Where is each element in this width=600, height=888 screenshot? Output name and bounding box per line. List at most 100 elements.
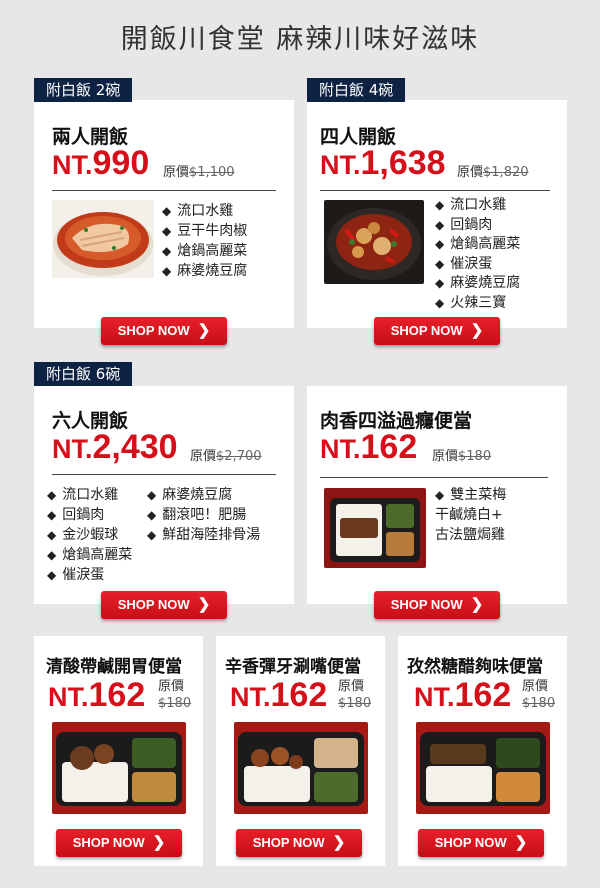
shop-now-button[interactable]: SHOP NOW ❯ — [101, 591, 227, 619]
dish-item: 熗鍋高麗菜 — [47, 545, 132, 565]
dish-item: 豆干牛肉椒 — [162, 221, 247, 241]
food-image-bento — [52, 722, 186, 814]
card-title: 辛香彈牙涮嘴便當 — [225, 657, 361, 677]
dish-list-col2: 麻婆燒豆腐 翻滾吧！肥腸 鮮甜海陸排骨湯 — [147, 485, 260, 545]
dish-item: ◆ 雙主菜梅 — [435, 485, 506, 505]
chevron-right-icon: ❯ — [514, 834, 528, 851]
orig-value: $180 — [458, 449, 492, 464]
card-price: NT.1,638 — [320, 144, 446, 183]
dish-item: 催淚蛋 — [435, 255, 520, 275]
dish-description: ◆ 雙主菜梅 干鹹燒白+ 古法鹽焗雞 — [435, 485, 506, 545]
price-value: 990 — [92, 144, 150, 182]
shop-now-button[interactable]: SHOP NOW ❯ — [101, 317, 227, 345]
shop-now-button[interactable]: SHOP NOW ❯ — [56, 829, 182, 857]
orig-label: 原價 — [338, 679, 365, 694]
rice-tag: 附白飯 6碗 — [34, 362, 133, 386]
button-label: SHOP NOW — [72, 835, 145, 850]
button-label: SHOP NOW — [117, 597, 190, 612]
price-prefix: NT. — [52, 150, 93, 180]
page-header: 開飯川食堂 麻辣川味好滋味 — [0, 0, 600, 70]
price-prefix: NT. — [48, 682, 89, 712]
original-price: 原價$1,100 — [163, 161, 235, 180]
food-image-chicken-bowl — [52, 200, 154, 278]
button-label: SHOP NOW — [390, 597, 463, 612]
price-prefix: NT. — [52, 434, 93, 464]
original-price: 原價 $180 — [158, 678, 191, 712]
original-price: 原價$2,700 — [190, 445, 262, 464]
button-label: SHOP NOW — [434, 835, 507, 850]
dish-item: 流口水雞 — [47, 485, 132, 505]
orig-label: 原價 — [432, 449, 459, 464]
original-price: 原價$180 — [432, 445, 491, 464]
chevron-right-icon: ❯ — [197, 322, 211, 339]
dish-item: 干鹹燒白+ — [435, 507, 503, 523]
card-price: NT.2,430 — [52, 428, 178, 467]
dish-list-col1: 流口水雞 回鍋肉 金沙蝦球 熗鍋高麗菜 催淚蛋 — [47, 485, 132, 585]
button-label: SHOP NOW — [117, 323, 190, 338]
rice-tag: 附白飯 2碗 — [34, 78, 133, 102]
original-price: 原價$180 — [338, 678, 371, 712]
divider — [320, 477, 548, 478]
shop-now-button[interactable]: SHOP NOW ❯ — [418, 829, 544, 857]
card-title: 清酸帶鹹開胃便當 — [46, 657, 182, 677]
price-value: 162 — [454, 676, 512, 714]
card-price: NT.990 — [52, 144, 149, 183]
rice-tag: 附白飯 4碗 — [307, 78, 406, 102]
price-value: 162 — [270, 676, 328, 714]
orig-value: $2,700 — [216, 449, 262, 464]
dish-item: 麻婆燒豆腐 — [162, 261, 247, 281]
button-label: SHOP NOW — [252, 835, 325, 850]
dish-item: 翻滾吧！肥腸 — [147, 505, 260, 525]
shop-now-button[interactable]: SHOP NOW ❯ — [236, 829, 362, 857]
orig-value: $180 — [522, 696, 556, 711]
dish-item: 金沙蝦球 — [47, 525, 132, 545]
orig-value: $1,100 — [189, 165, 235, 180]
card-price: NT.162 — [320, 428, 417, 467]
price-value: 162 — [360, 428, 418, 466]
card-price: NT.162 — [414, 676, 511, 715]
diamond-icon: ◆ — [435, 488, 445, 502]
dish-item: 熗鍋高麗菜 — [435, 235, 520, 255]
orig-label: 原價 — [158, 679, 185, 694]
divider — [52, 474, 276, 475]
dish-item: 古法鹽焗雞 — [435, 527, 505, 543]
card-price: NT.162 — [48, 676, 145, 715]
dish-item: 流口水雞 — [162, 201, 247, 221]
price-prefix: NT. — [230, 682, 271, 712]
dish-list: 流口水雞 豆干牛肉椒 熗鍋高麗菜 麻婆燒豆腐 — [162, 201, 247, 281]
card-title: 孜然糖醋夠味便當 — [407, 657, 543, 677]
food-image-bento — [234, 722, 368, 814]
price-prefix: NT. — [414, 682, 455, 712]
shop-now-button[interactable]: SHOP NOW ❯ — [374, 317, 500, 345]
price-value: 2,430 — [92, 428, 178, 466]
orig-value: $180 — [158, 696, 192, 711]
dish-label: 雙主菜梅 — [450, 487, 507, 503]
page-title: 開飯川食堂 麻辣川味好滋味 — [120, 24, 480, 55]
price-value: 162 — [88, 676, 146, 714]
chevron-right-icon: ❯ — [470, 596, 484, 613]
food-image-bento — [324, 488, 426, 568]
orig-label: 原價 — [190, 449, 217, 464]
card-price: NT.162 — [230, 676, 327, 715]
dish-item: 火辣三寶 — [435, 294, 520, 314]
orig-label: 原價 — [457, 165, 484, 180]
dish-item: 麻婆燒豆腐 — [435, 274, 520, 294]
food-image-spicy-wok — [324, 200, 424, 284]
dish-item: 鮮甜海陸排骨湯 — [147, 525, 260, 545]
original-price: 原價 $180 — [522, 678, 555, 712]
orig-value: $1,820 — [483, 165, 529, 180]
chevron-right-icon: ❯ — [470, 322, 484, 339]
dish-item: 催淚蛋 — [47, 565, 132, 585]
price-prefix: NT. — [320, 150, 361, 180]
dish-list: 流口水雞 回鍋肉 熗鍋高麗菜 催淚蛋 麻婆燒豆腐 火辣三寶 — [435, 196, 520, 313]
orig-label: 原價 — [522, 679, 549, 694]
dish-item: 回鍋肉 — [435, 216, 520, 236]
divider — [320, 190, 550, 191]
orig-label: 原價 — [163, 165, 190, 180]
dish-item: 熗鍋高麗菜 — [162, 241, 247, 261]
divider — [52, 190, 276, 191]
dish-item: 回鍋肉 — [47, 505, 132, 525]
dish-item: 流口水雞 — [435, 196, 520, 216]
food-image-bento — [416, 722, 550, 814]
shop-now-button[interactable]: SHOP NOW ❯ — [374, 591, 500, 619]
